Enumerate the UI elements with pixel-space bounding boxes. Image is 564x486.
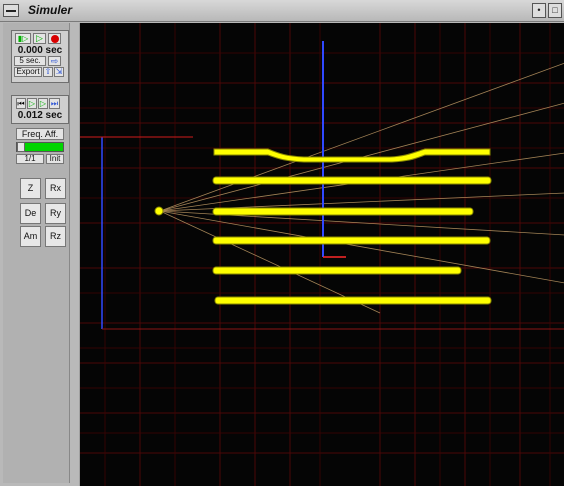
init-button[interactable]: Init [46, 154, 64, 164]
playback-panel: ▮▷ ▷ 0.000 sec 5 sec. ⇨ Export ⇧ ⇲ [11, 30, 69, 83]
freq-panel: Freq. Aff. 1/1 Init [11, 128, 69, 164]
axis-rz-button[interactable]: Rz [45, 226, 66, 247]
duration-field[interactable]: 5 sec. [14, 56, 46, 66]
playback-time-value: 0.000 sec [17, 45, 63, 56]
window-title: Simuler [28, 3, 73, 17]
freq-slider-handle[interactable] [17, 142, 25, 152]
step-back-button[interactable]: ▷ [27, 98, 37, 109]
step-panel: ⏮ ▷ ▷ ⏭ 0.012 sec [11, 95, 69, 124]
bar-4 [212, 236, 491, 245]
scene-svg [80, 23, 564, 486]
record-button[interactable] [48, 33, 61, 44]
export-up-icon[interactable]: ⇧ [43, 67, 53, 77]
pivot-point [154, 206, 164, 216]
freq-label: Freq. Aff. [16, 128, 64, 140]
record-icon [50, 35, 59, 43]
axis-am-button[interactable]: Am [20, 226, 41, 247]
bar-6 [214, 296, 492, 305]
window-menu-button[interactable] [3, 4, 19, 17]
bar-2 [212, 176, 492, 185]
simuler-window: Simuler • □ ▮▷ ▷ 0.000 sec 5 sec. ⇨ Expo… [0, 0, 564, 486]
duration-arrow-button[interactable]: ⇨ [48, 56, 61, 66]
fast-forward-button[interactable]: ⏭ [49, 98, 60, 109]
step-time-value: 0.012 sec [17, 110, 63, 121]
minimize-button[interactable]: • [532, 3, 546, 18]
simulation-sidebar: ▮▷ ▷ 0.000 sec 5 sec. ⇨ Export ⇧ ⇲ ⏮ ▷ ▷ [3, 23, 70, 483]
export-button[interactable]: Export [14, 67, 42, 77]
axis-z-button[interactable]: Z [20, 178, 41, 199]
bar-3 [212, 207, 474, 216]
step-forward-button[interactable]: ▷ [38, 98, 48, 109]
maximize-button[interactable]: □ [548, 3, 562, 18]
freq-slider[interactable] [16, 142, 64, 152]
simulation-viewport[interactable] [79, 23, 564, 486]
step-play-button[interactable]: ▮▷ [15, 33, 31, 44]
export-view-icon[interactable]: ⇲ [54, 67, 64, 77]
skip-back-button[interactable]: ⏮ [16, 98, 26, 109]
axis-de-button[interactable]: De [20, 203, 41, 224]
window-titlebar[interactable]: Simuler • □ [0, 0, 564, 22]
axis-rx-button[interactable]: Rx [45, 178, 66, 199]
play-button[interactable]: ▷ [33, 33, 46, 44]
freq-ratio: 1/1 [16, 154, 44, 164]
axis-ry-button[interactable]: Ry [45, 203, 66, 224]
bar-5 [212, 266, 462, 275]
